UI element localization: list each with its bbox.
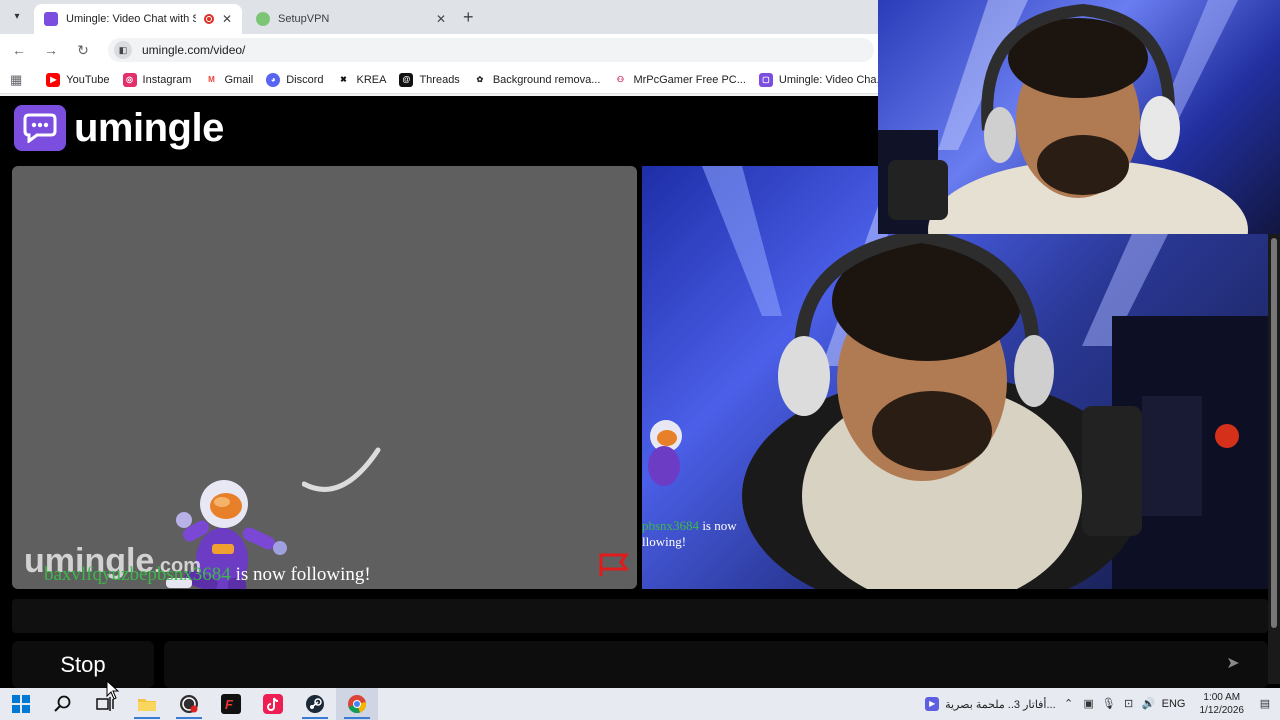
logo-wordmark: umingle [74,105,224,150]
tf-app-icon[interactable]: F [210,688,252,720]
bookmark-youtube[interactable]: ▶ YouTube [46,72,110,87]
url-text: umingle.com/video/ [142,43,246,57]
background-remover-icon: ✿ [472,72,487,87]
steam-icon[interactable] [294,688,336,720]
tab-setupvpn[interactable]: SetupVPN ✕ [246,4,456,34]
setupvpn-favicon-icon [256,12,270,26]
tab-search-button[interactable]: ▾ [8,8,26,26]
youtube-icon: ▶ [46,72,61,87]
umingle-favicon-icon [44,12,58,26]
page-scrollbar[interactable] [1268,234,1280,684]
bookmark-discord[interactable]: ◕ Discord [266,72,323,87]
forward-arrow-icon[interactable]: → [42,41,60,59]
stop-button[interactable]: Stop [12,641,154,688]
close-tab-icon[interactable]: ✕ [222,12,232,26]
obs-icon[interactable] [168,688,210,720]
report-flag-icon[interactable] [598,552,630,578]
notification-center-icon[interactable]: ▤ [1258,697,1272,711]
bookmark-mrpcgamer[interactable]: ⚇ MrPcGamer Free PC... [613,72,746,87]
send-icon[interactable]: ➤ [1216,649,1250,679]
chevron-up-icon[interactable]: ⌃ [1062,697,1076,711]
browser-toolbar: ← → ↻ ◧ umingle.com/video/ [0,34,878,66]
tab-umingle[interactable]: Umingle: Video Chat with St ✕ [34,4,242,34]
site-logo[interactable]: umingle [14,105,224,151]
webcam-overlay [878,0,1280,234]
file-explorer-icon[interactable] [126,688,168,720]
stranger-video-panel: umingle.com baxvlfqyuzbepbsnx3684 is now… [12,166,637,589]
language-indicator[interactable]: ENG [1162,698,1186,710]
self-follow-notice: pbsnx3684 is now llowing! [642,518,737,549]
site-info-icon[interactable]: ◧ [114,41,132,59]
address-bar[interactable]: ◧ umingle.com/video/ [108,38,874,62]
loading-spinner-icon [302,447,381,492]
volume-icon[interactable]: 🔊 [1142,697,1156,711]
system-tray: ▶ أفاتار 3.. ملحمة بصرية... ⌃ ▣ 🎙 ⊡ 🔊 EN… [925,688,1280,720]
follow-notice-text: is now following! [235,564,371,585]
bookmark-krea[interactable]: ✖ KREA [336,72,386,87]
threads-icon: @ [399,72,414,87]
browser-chrome: ▾ Umingle: Video Chat with St ✕ SetupVPN… [0,0,886,96]
chat-log-bar [12,599,1268,633]
bookmark-threads[interactable]: @ Threads [399,72,460,87]
discord-icon: ◕ [266,72,281,87]
network-icon[interactable]: ⊡ [1122,697,1136,711]
krea-icon: ✖ [336,72,351,87]
bookmark-background-remover[interactable]: ✿ Background remova... [472,72,600,87]
tab-strip: ▾ Umingle: Video Chat with St ✕ SetupVPN… [0,0,878,34]
news-widget-icon[interactable]: ▶ [925,697,940,711]
mini-astronaut-icon [648,420,682,486]
chrome-icon[interactable] [336,688,378,720]
microphone-icon[interactable]: 🎙 [1102,697,1116,711]
clock[interactable]: 1:00 AM 1/12/2026 [1200,691,1245,717]
apps-grid-icon[interactable]: ▦ [10,72,22,87]
umingle-icon: ▢ [758,72,773,87]
search-icon[interactable] [42,688,84,720]
camera-icon[interactable]: ▣ [1082,697,1096,711]
mouse-cursor-icon [106,680,120,700]
chat-bubble-icon [14,105,66,151]
webcam-feed [878,0,1248,234]
mrpcgamer-icon: ⚇ [613,72,628,87]
close-tab-icon[interactable]: ✕ [436,12,446,26]
message-input[interactable]: ➤ [164,641,1268,688]
tab-title: SetupVPN [278,13,330,25]
bookmark-umingle[interactable]: ▢ Umingle: Video Cha... [758,72,886,87]
bookmarks-bar: ▦ ▶ YouTube ◎ Instagram M Gmail ◕ Discord ✖ K… [0,66,886,94]
reload-icon[interactable]: ↻ [74,41,92,59]
bookmark-instagram[interactable]: ◎ Instagram [122,72,191,87]
follow-notice: baxvlfqyuzbepbsnx3684 is now following! [44,564,371,586]
follower-username: baxvlfqyuzbepbsnx3684 [44,564,231,585]
scrollbar-thumb[interactable] [1271,238,1277,628]
gmail-icon: M [204,72,219,87]
windows-taskbar: F ▶ أفاتار 3.. ملحمة بصرية... ⌃ ▣ 🎙 ⊡ 🔊 … [0,688,1280,720]
new-tab-button[interactable]: + [463,7,474,28]
back-arrow-icon[interactable]: ← [10,41,28,59]
recording-indicator-icon [203,14,214,24]
news-widget-text[interactable]: أفاتار 3.. ملحمة بصرية... [945,698,1056,711]
tab-title: Umingle: Video Chat with St [66,13,196,25]
windows-start-icon[interactable] [0,688,42,720]
svg-text:F: F [225,697,234,712]
instagram-icon: ◎ [122,72,137,87]
tiktok-icon[interactable] [252,688,294,720]
bookmark-gmail[interactable]: M Gmail [204,72,253,87]
